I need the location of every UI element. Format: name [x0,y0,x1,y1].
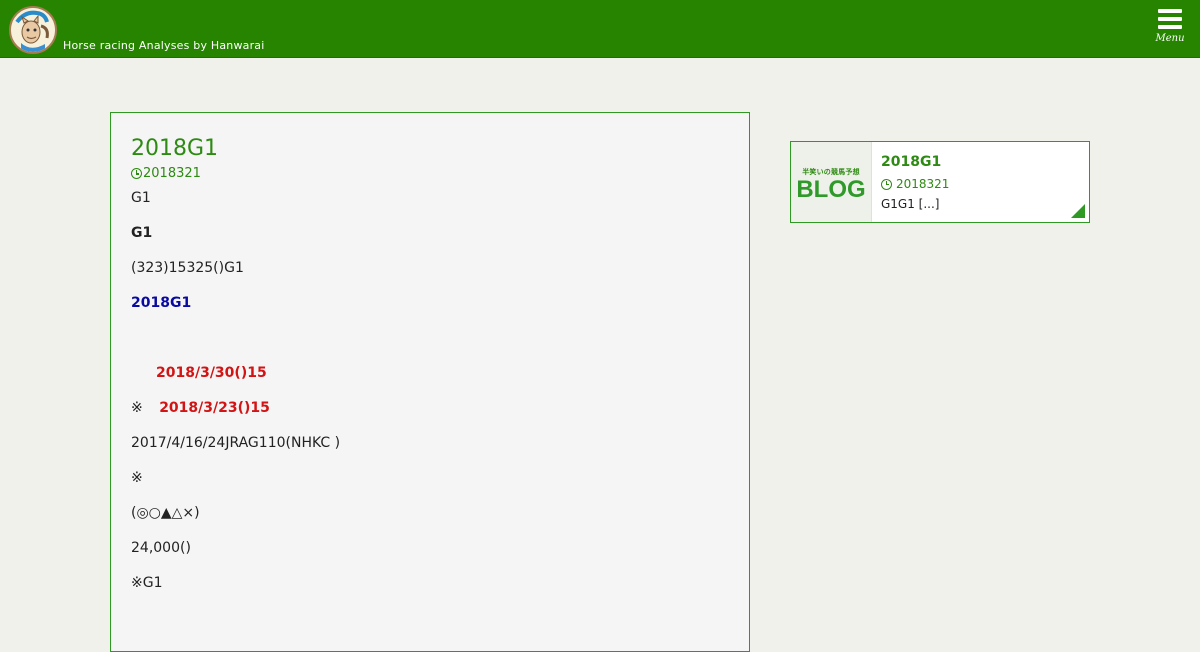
article-date-text: 2018321 [143,166,201,181]
paragraph-note: ※ 2018/3/23()15 [131,399,729,417]
hamburger-icon-bar [1158,25,1182,29]
thumbnail-blog-label: BLOG [796,176,866,203]
post-thumbnail: 半笑いの競馬予想 BLOG [791,142,872,222]
site-header: Horse racing Analyses by Hanwarai Menu [0,0,1200,58]
article-body: G1 G1 (323)15325()G1 2018G1 2018/3/30()1… [131,189,729,592]
related-post-card[interactable]: 半笑いの競馬予想 BLOG 2018G1 2018321 G1G1 [...] [790,141,1090,223]
paragraph: (323)15325()G1 [131,260,244,276]
highlight-link[interactable]: 2018G1 [131,294,729,312]
paragraph-bold: G1 [131,225,153,241]
site-tagline: Horse racing Analyses by Hanwarai [63,39,265,52]
paragraph: ※G1 [131,575,163,591]
note-mark: ※ [131,400,143,416]
horse-mascot-icon [11,8,55,52]
paragraph: 2017/4/16/24JRAG110(NHKC ) [131,435,341,451]
hamburger-icon-bar [1158,17,1182,21]
paragraph-deadline: 2018/3/30()15 [131,364,729,382]
hamburger-icon [1158,9,1182,13]
related-post-date-text: 2018321 [896,177,950,191]
corner-triangle-icon [1071,204,1085,218]
paragraph: ※ [131,470,143,486]
menu-label: Menu [1155,33,1185,44]
related-post-title[interactable]: 2018G1 [881,154,941,170]
paragraph: G1 [131,190,151,206]
paragraph: 24,000() [131,540,191,556]
site-logo[interactable] [9,6,57,54]
article-card: 2018G1 2018321 G1 G1 (323)15325()G1 2018… [110,112,750,652]
empty-paragraph [131,329,729,347]
deadline-date: 2018/3/30()15 [156,365,267,381]
clock-icon [881,178,892,190]
clock-icon [131,168,142,179]
article-date: 2018321 [131,166,729,181]
menu-button[interactable]: Menu [1152,6,1188,52]
related-post-excerpt: G1G1 [...] [881,197,940,211]
article-title: 2018G1 [131,136,219,161]
paragraph: (◎○▲△×) [131,505,200,521]
note-date: 2018/3/23()15 [159,400,270,416]
related-post-date: 2018321 [881,177,949,191]
